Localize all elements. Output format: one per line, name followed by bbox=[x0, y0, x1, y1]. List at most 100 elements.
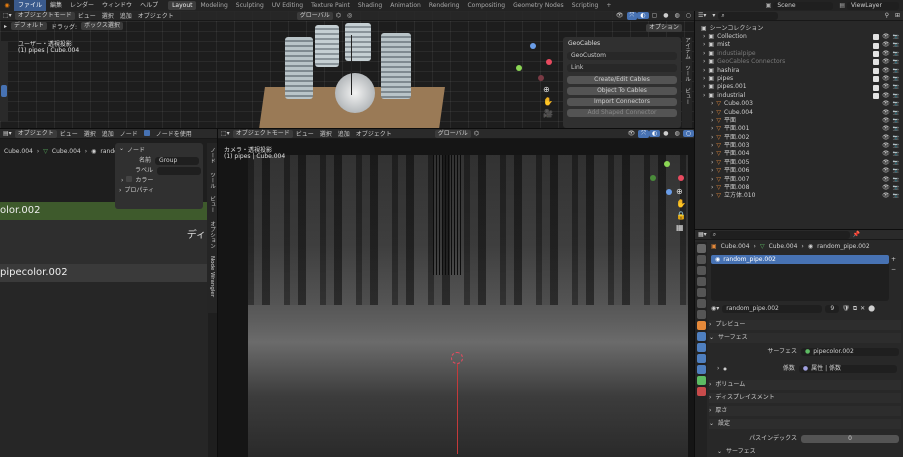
outliner-row[interactable]: › ▣ hashira 👁 📷 bbox=[695, 67, 903, 75]
menu-edit[interactable]: 編集 bbox=[46, 0, 66, 11]
tab-tool[interactable]: ツール bbox=[683, 65, 691, 82]
outliner-row[interactable]: › ▽ 平面.003 👁 📷 bbox=[695, 142, 903, 150]
overlay-icon[interactable]: ◐ bbox=[637, 12, 649, 19]
camera-viewport[interactable]: ⬚▾ オブジェクトモード ビュー 選択 追加 オブジェクト グローバル ⌬ 👁 … bbox=[218, 129, 694, 457]
tab-node[interactable]: ノード bbox=[208, 147, 216, 164]
visibility-eye-icon[interactable]: 👁 bbox=[882, 117, 890, 125]
render-camera-icon[interactable]: 📷 bbox=[893, 41, 899, 49]
slot-add-icon[interactable]: + bbox=[891, 256, 896, 263]
physics-tab-icon[interactable] bbox=[696, 354, 706, 363]
use-nodes-checkbox[interactable] bbox=[141, 129, 153, 138]
proportional-icon[interactable]: ◎ bbox=[344, 12, 355, 19]
camera-pan-icon[interactable]: ✋ bbox=[676, 199, 686, 208]
exclude-checkbox[interactable] bbox=[873, 34, 880, 41]
material-name-field[interactable]: random_pipe.002 bbox=[722, 305, 823, 313]
render-camera-icon[interactable]: 📷 bbox=[893, 125, 899, 133]
outliner-row[interactable]: › ▽ 立方体.010 👁 📷 bbox=[695, 192, 903, 200]
visibility-eye-icon[interactable]: 👁 bbox=[882, 92, 890, 100]
tab-view[interactable]: ビュー bbox=[683, 88, 691, 105]
render-camera-icon[interactable]: 📷 bbox=[893, 159, 899, 167]
slot-remove-icon[interactable]: − bbox=[891, 266, 896, 273]
camera-orientation-selector[interactable]: グローバル bbox=[434, 129, 471, 138]
divider-vertical-left[interactable] bbox=[217, 129, 218, 457]
visibility-eye-icon[interactable]: 👁 bbox=[882, 33, 890, 41]
render-camera-icon[interactable]: 📷 bbox=[893, 192, 899, 200]
chevron-right-icon[interactable]: › bbox=[703, 41, 705, 49]
tab-node-options[interactable]: オプション bbox=[208, 221, 216, 249]
chevron-right-icon[interactable]: › bbox=[711, 167, 713, 175]
divider-outliner-properties[interactable] bbox=[695, 229, 903, 230]
material-tab-icon[interactable] bbox=[696, 387, 706, 396]
mode-selector[interactable]: オブジェクトモード bbox=[14, 11, 75, 20]
scene-tab-icon[interactable] bbox=[696, 288, 706, 297]
outliner-row[interactable]: › ▣ mist 👁 📷 bbox=[695, 41, 903, 49]
world-tab-icon[interactable] bbox=[696, 299, 706, 308]
outliner-search-input[interactable]: ⌕ bbox=[718, 11, 779, 20]
exclude-checkbox[interactable] bbox=[873, 42, 880, 49]
new-collection-icon[interactable]: ⊞ bbox=[892, 12, 903, 19]
visibility-eye-icon[interactable]: 👁 bbox=[882, 41, 890, 49]
visibility-eye-icon[interactable]: 👁 bbox=[882, 142, 890, 150]
outliner-row[interactable]: › ▽ Cube.003 👁 📷 bbox=[695, 100, 903, 108]
render-camera-icon[interactable]: 📷 bbox=[893, 184, 899, 192]
node-editor-type-icon[interactable]: ▤▾ bbox=[0, 130, 15, 137]
camera-menu-select[interactable]: 選択 bbox=[317, 129, 335, 138]
workspace-tab-modeling[interactable]: Modeling bbox=[196, 1, 231, 10]
visibility-eye-icon[interactable]: 👁 bbox=[882, 109, 890, 117]
visibility-icon[interactable]: 👁 bbox=[613, 12, 627, 19]
options-button[interactable]: オプション bbox=[646, 24, 683, 32]
visibility-eye-icon[interactable]: 👁 bbox=[882, 192, 890, 200]
camera-gizmo-icon[interactable]: ⤧ bbox=[638, 129, 649, 138]
chevron-right-icon[interactable]: › bbox=[711, 142, 713, 150]
section-surface-2[interactable]: ⌄ サーフェス bbox=[717, 447, 756, 457]
render-camera-icon[interactable]: 📷 bbox=[893, 142, 899, 150]
section-preview[interactable]: › プレビュー bbox=[709, 320, 901, 330]
camera-editor-type-icon[interactable]: ⬚▾ bbox=[218, 130, 233, 137]
render-camera-icon[interactable]: 📷 bbox=[893, 117, 899, 125]
duplicate-material-icon[interactable]: ⧉ bbox=[853, 304, 857, 314]
exclude-checkbox[interactable] bbox=[873, 84, 880, 91]
node-editor[interactable]: ▤▾ オブジェクト ビュー 選択 追加 ノード ノードを使用 Cube.004 … bbox=[0, 129, 217, 457]
chevron-right-icon[interactable]: › bbox=[711, 184, 713, 192]
outliner-row[interactable]: › ▣ GeoCables Connectors 👁 📷 bbox=[695, 58, 903, 66]
visibility-eye-icon[interactable]: 👁 bbox=[882, 58, 890, 66]
node-mode-selector[interactable]: オブジェクト bbox=[14, 129, 57, 138]
menu-help[interactable]: ヘルプ bbox=[136, 0, 162, 11]
outliner-row[interactable]: › ▽ 平面.007 👁 📷 bbox=[695, 176, 903, 184]
menu-view[interactable]: ビュー bbox=[75, 11, 99, 20]
visibility-eye-icon[interactable]: 👁 bbox=[882, 134, 890, 142]
modifier-tab-icon[interactable] bbox=[696, 332, 706, 341]
tool-icon[interactable]: ▸ bbox=[4, 23, 7, 30]
exclude-checkbox[interactable] bbox=[873, 67, 880, 74]
browse-material-icon[interactable]: ◉▾ bbox=[711, 304, 719, 314]
scene-selector[interactable]: Scene bbox=[773, 1, 834, 10]
orientation-selector[interactable]: グローバル bbox=[296, 11, 333, 20]
section-volume[interactable]: › ボリューム bbox=[709, 380, 901, 390]
render-camera-icon[interactable]: 📷 bbox=[893, 58, 899, 66]
outliner-row[interactable]: › ▽ 平面.006 👁 📷 bbox=[695, 167, 903, 175]
workspace-tab-rendering[interactable]: Rendering bbox=[425, 1, 464, 10]
chevron-right-icon[interactable]: › bbox=[703, 83, 705, 91]
chevron-right-icon[interactable]: › bbox=[703, 33, 705, 41]
node-color-row[interactable]: › カラー bbox=[115, 176, 203, 186]
chevron-right-icon[interactable]: › bbox=[711, 176, 713, 184]
object-tab-icon[interactable] bbox=[696, 321, 706, 330]
chevron-right-icon[interactable]: › bbox=[703, 58, 705, 66]
select-tool-icon[interactable] bbox=[1, 85, 7, 97]
tab-node-wrangler[interactable]: Node Wrangler bbox=[209, 256, 215, 297]
chevron-right-icon[interactable]: › bbox=[711, 125, 713, 133]
object-to-cables-button[interactable]: Object To Cables bbox=[567, 87, 677, 95]
camera-shading-material-icon[interactable]: ◍ bbox=[672, 130, 683, 137]
outliner-row[interactable]: › ▽ Cube.004 👁 📷 bbox=[695, 109, 903, 117]
outliner-row[interactable]: › ▽ 平面.001 👁 📷 bbox=[695, 125, 903, 133]
camera-shading-solid-icon[interactable]: ● bbox=[660, 130, 671, 137]
render-camera-icon[interactable]: 📷 bbox=[893, 33, 899, 41]
workspace-tab-shading[interactable]: Shading bbox=[354, 1, 386, 10]
visibility-eye-icon[interactable]: 👁 bbox=[882, 50, 890, 58]
camera-shading-rendered-icon[interactable]: ○ bbox=[682, 130, 694, 137]
drag-select-mode[interactable]: ボックス選択 bbox=[81, 22, 123, 30]
pan-hand-icon[interactable]: ✋ bbox=[543, 97, 553, 106]
workspace-tab-uv-editing[interactable]: UV Editing bbox=[268, 1, 307, 10]
camera-menu-view[interactable]: ビュー bbox=[293, 129, 317, 138]
exclude-checkbox[interactable] bbox=[873, 50, 880, 57]
